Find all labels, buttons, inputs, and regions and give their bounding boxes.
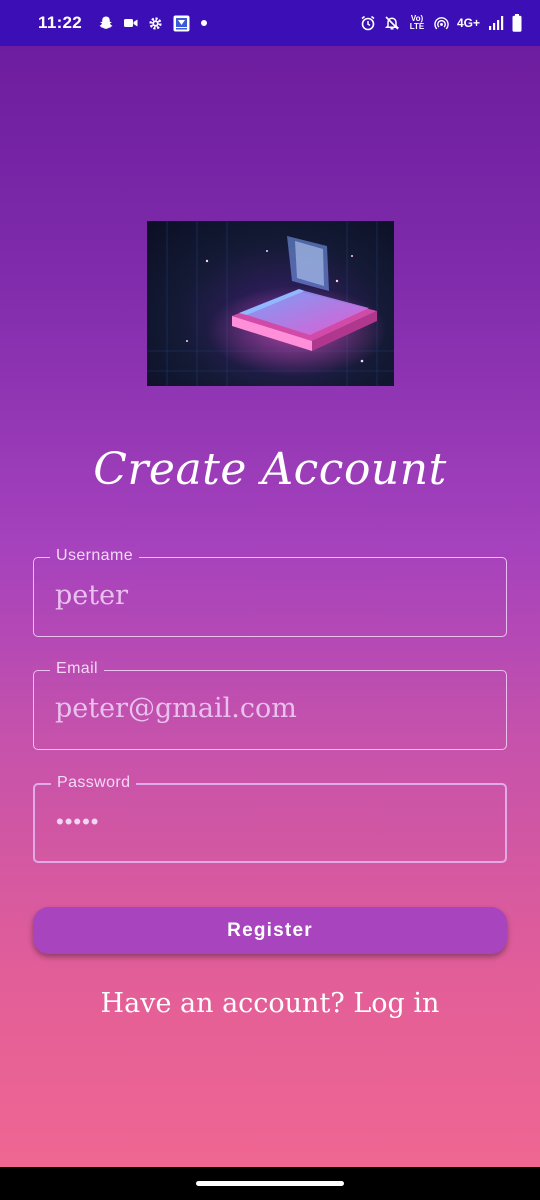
status-bar: 11:22 Vo) LTE 4G+ <box>0 0 540 46</box>
username-input[interactable]: peter <box>55 580 128 611</box>
signal-icon <box>488 14 504 32</box>
hotspot-icon <box>434 14 449 32</box>
username-field[interactable]: Username peter <box>33 547 507 637</box>
bell-off-icon <box>384 14 400 32</box>
gear-icon <box>148 14 163 32</box>
video-camera-icon <box>124 14 138 32</box>
status-time: 11:22 <box>38 13 83 32</box>
username-label: Username <box>50 547 140 565</box>
password-input[interactable]: ••••• <box>56 809 100 835</box>
battery-icon <box>512 14 522 32</box>
alarm-icon <box>360 14 376 32</box>
dot-icon <box>200 14 208 32</box>
navigation-bar <box>0 1167 540 1200</box>
login-link[interactable]: Have an account? Log in <box>0 988 540 1019</box>
app-notification-icon <box>173 14 190 32</box>
home-gesture-handle[interactable] <box>196 1181 344 1186</box>
email-field[interactable]: Email peter@gmail.com <box>33 660 507 750</box>
network-type: 4G+ <box>456 16 480 30</box>
register-button[interactable]: Register <box>33 907 507 954</box>
password-field[interactable]: Password ••••• <box>33 774 507 863</box>
create-account-screen: Create Account Username peter Email pete… <box>0 46 540 1167</box>
email-label: Email <box>50 660 105 678</box>
email-input[interactable]: peter@gmail.com <box>55 693 297 724</box>
book-illustration <box>147 221 394 386</box>
snapchat-icon <box>98 14 114 32</box>
volte-icon: Vo) LTE <box>409 14 425 31</box>
page-title: Create Account <box>93 444 447 495</box>
password-label: Password <box>51 774 137 792</box>
